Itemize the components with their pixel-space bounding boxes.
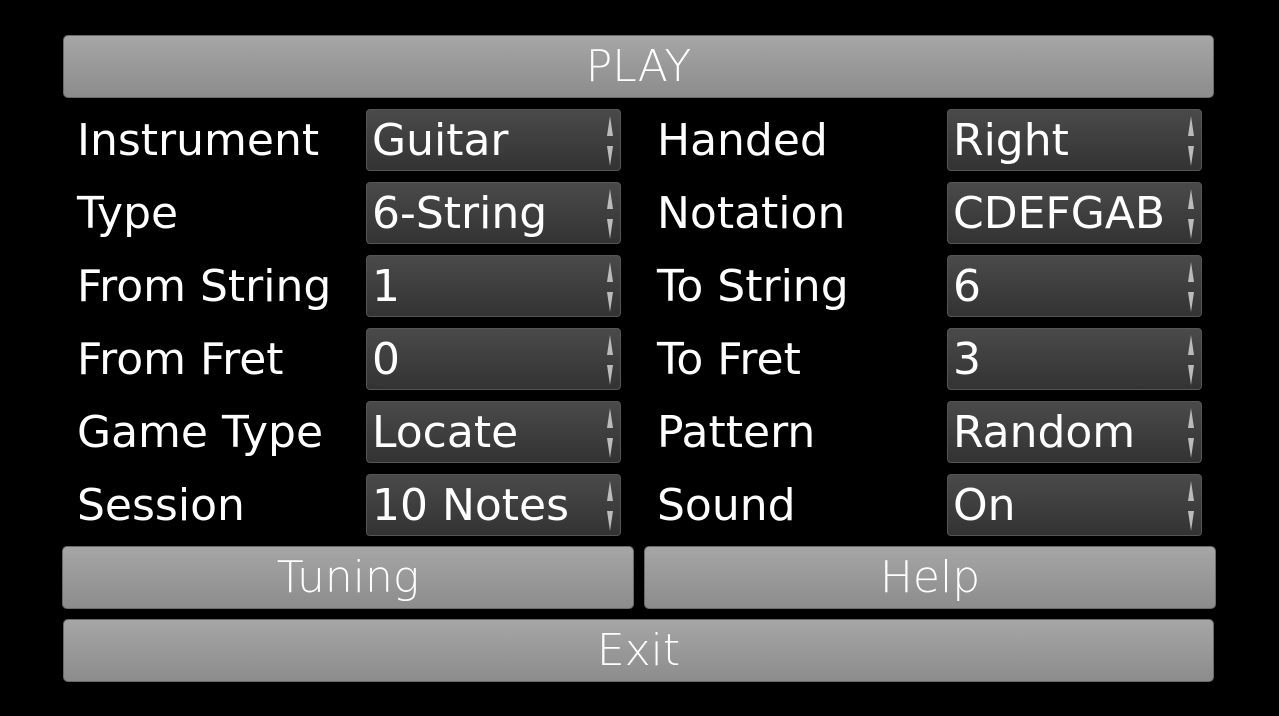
arrow-down-icon[interactable] (1188, 365, 1194, 385)
arrow-up-icon[interactable] (607, 116, 613, 136)
spin-arrows[interactable] (606, 260, 614, 314)
sound-label: Sound (657, 480, 796, 531)
game-type-value: Locate (372, 407, 519, 458)
session-value: 10 Notes (372, 480, 570, 531)
play-button[interactable]: PLAY (63, 35, 1214, 98)
tuning-button[interactable]: Tuning (62, 546, 634, 609)
to-fret-label: To Fret (657, 334, 801, 385)
type-value: 6-String (372, 188, 548, 239)
arrow-up-icon[interactable] (607, 335, 613, 355)
instrument-spinner[interactable]: Guitar (366, 109, 621, 171)
notation-value: CDEFGAB (953, 188, 1166, 239)
arrow-down-icon[interactable] (1188, 292, 1194, 312)
arrow-down-icon[interactable] (1188, 511, 1194, 531)
to-string-spinner[interactable]: 6 (947, 255, 1202, 317)
instrument-value: Guitar (372, 115, 509, 166)
pattern-value: Random (953, 407, 1136, 458)
arrow-down-icon[interactable] (607, 365, 613, 385)
to-string-value: 6 (953, 261, 981, 312)
notation-spinner[interactable]: CDEFGAB (947, 182, 1202, 244)
sound-spinner[interactable]: On (947, 474, 1202, 536)
from-fret-value: 0 (372, 334, 400, 385)
to-fret-spinner[interactable]: 3 (947, 328, 1202, 390)
to-fret-value: 3 (953, 334, 981, 385)
spin-arrows[interactable] (606, 114, 614, 168)
pattern-spinner[interactable]: Random (947, 401, 1202, 463)
from-fret-spinner[interactable]: 0 (366, 328, 621, 390)
arrow-up-icon[interactable] (1188, 481, 1194, 501)
game-type-label: Game Type (77, 407, 324, 458)
spin-arrows[interactable] (1187, 479, 1195, 533)
spin-arrows[interactable] (1187, 114, 1195, 168)
arrow-up-icon[interactable] (607, 481, 613, 501)
spin-arrows[interactable] (1187, 406, 1195, 460)
arrow-down-icon[interactable] (1188, 146, 1194, 166)
arrow-down-icon[interactable] (607, 511, 613, 531)
handed-label: Handed (657, 115, 828, 166)
spin-arrows[interactable] (1187, 333, 1195, 387)
spin-arrows[interactable] (606, 187, 614, 241)
sound-value: On (953, 480, 1016, 531)
spin-arrows[interactable] (606, 333, 614, 387)
notation-label: Notation (657, 188, 846, 239)
instrument-label: Instrument (77, 115, 320, 166)
pattern-label: Pattern (657, 407, 816, 458)
spin-arrows[interactable] (606, 406, 614, 460)
spin-arrows[interactable] (1187, 260, 1195, 314)
spin-arrows[interactable] (1187, 187, 1195, 241)
arrow-down-icon[interactable] (607, 219, 613, 239)
arrow-up-icon[interactable] (607, 262, 613, 282)
arrow-down-icon[interactable] (607, 292, 613, 312)
arrow-down-icon[interactable] (1188, 438, 1194, 458)
spin-arrows[interactable] (606, 479, 614, 533)
arrow-down-icon[interactable] (607, 146, 613, 166)
from-string-value: 1 (372, 261, 400, 312)
from-string-spinner[interactable]: 1 (366, 255, 621, 317)
session-spinner[interactable]: 10 Notes (366, 474, 621, 536)
from-fret-label: From Fret (77, 334, 284, 385)
arrow-up-icon[interactable] (607, 189, 613, 209)
arrow-down-icon[interactable] (607, 438, 613, 458)
arrow-up-icon[interactable] (1188, 116, 1194, 136)
to-string-label: To String (657, 261, 849, 312)
session-label: Session (77, 480, 245, 531)
arrow-up-icon[interactable] (1188, 189, 1194, 209)
arrow-up-icon[interactable] (1188, 262, 1194, 282)
type-label: Type (77, 188, 179, 239)
arrow-up-icon[interactable] (1188, 408, 1194, 428)
help-button[interactable]: Help (644, 546, 1216, 609)
arrow-up-icon[interactable] (1188, 335, 1194, 355)
game-type-spinner[interactable]: Locate (366, 401, 621, 463)
handed-spinner[interactable]: Right (947, 109, 1202, 171)
arrow-down-icon[interactable] (1188, 219, 1194, 239)
exit-button[interactable]: Exit (63, 619, 1214, 682)
type-spinner[interactable]: 6-String (366, 182, 621, 244)
from-string-label: From String (77, 261, 332, 312)
handed-value: Right (953, 115, 1069, 166)
arrow-up-icon[interactable] (607, 408, 613, 428)
